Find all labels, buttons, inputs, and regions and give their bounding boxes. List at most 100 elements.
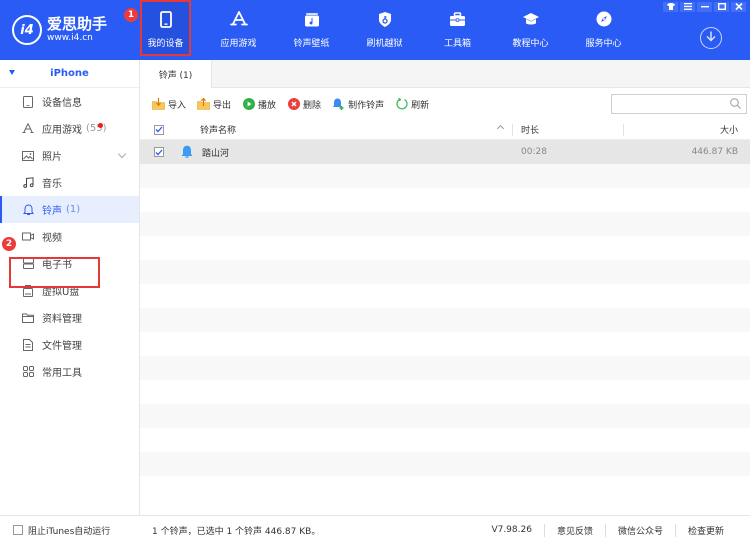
nav-apps[interactable]: 应用游戏 [213, 0, 264, 56]
sidebar-item-video[interactable]: 视频 [0, 223, 139, 250]
toolbox-icon [449, 10, 467, 28]
collapse-caret-icon[interactable] [9, 70, 15, 75]
row-checkbox[interactable] [154, 147, 164, 157]
ringtones-count: (1) [66, 204, 81, 215]
play-icon [242, 98, 255, 111]
main-panel: 铃声 (1) 导入 导出 播放 删除 制作铃声 刷新 铃声名称 时长 大小 踏山… [140, 60, 750, 515]
export-button[interactable]: 导出 [197, 98, 231, 111]
minimize-icon [700, 3, 709, 12]
music-folder-icon [303, 10, 321, 28]
sidebar-item-device-info[interactable]: 设备信息 [0, 88, 139, 115]
grid-icon [22, 366, 34, 378]
ringtone-list: 踏山河 00:28 446.87 KB [140, 140, 750, 500]
photo-icon [22, 150, 34, 162]
play-button[interactable]: 播放 [242, 98, 276, 111]
empty-row [140, 356, 750, 380]
make-ringtone-button[interactable]: 制作铃声 [332, 98, 384, 111]
logo-url: www.i4.cn [47, 33, 93, 43]
feedback-link[interactable]: 意见反馈 [543, 523, 605, 537]
search-icon[interactable] [730, 98, 741, 112]
close-button[interactable] [731, 2, 746, 12]
maximize-icon [717, 2, 726, 12]
shirt-icon [666, 2, 675, 12]
empty-row [140, 332, 750, 356]
ringtone-size: 446.87 KB [691, 147, 738, 157]
select-all-checkbox[interactable] [154, 124, 164, 135]
top-bar: i4 爱思助手 www.i4.cn 1 我的设备 应用游戏 铃声壁纸 刷机越狱 … [0, 0, 750, 60]
refresh-button[interactable]: 刷新 [395, 98, 429, 111]
maximize-button[interactable] [714, 2, 729, 12]
minimize-button[interactable] [697, 2, 712, 12]
import-icon [152, 98, 165, 111]
ebook-icon [22, 258, 34, 270]
device-name: iPhone [50, 68, 89, 79]
music-icon [22, 177, 34, 189]
sidebar-item-apps[interactable]: 应用游戏 (55) [0, 115, 139, 142]
sidebar-item-ebooks[interactable]: 电子书 [0, 250, 139, 277]
nav-tutorials[interactable]: 教程中心 [505, 0, 556, 56]
nav-ringtones-wallpapers[interactable]: 铃声壁纸 [286, 0, 337, 56]
search-box[interactable] [611, 94, 747, 114]
logo-mark-icon: i4 [12, 15, 42, 45]
download-icon [706, 31, 716, 45]
nav-service-center[interactable]: 服务中心 [578, 0, 629, 56]
table-header: 铃声名称 时长 大小 [140, 120, 750, 140]
app-icon [22, 123, 34, 135]
device-info-icon [22, 95, 34, 108]
skin-button[interactable] [663, 2, 678, 12]
column-divider[interactable] [512, 124, 513, 136]
empty-row [140, 284, 750, 308]
sidebar-item-data-management[interactable]: 资料管理 [0, 304, 139, 331]
menu-button[interactable] [680, 2, 695, 12]
chevron-down-icon[interactable] [117, 149, 127, 159]
sidebar-item-music[interactable]: 音乐 [0, 169, 139, 196]
tab-bar: 铃声 (1) [140, 60, 750, 88]
ringtone-name: 踏山河 [202, 148, 230, 159]
menu-icon [683, 2, 692, 12]
nav-toolbox[interactable]: 工具箱 [432, 0, 483, 56]
sidebar-item-file-management[interactable]: 文件管理 [0, 331, 139, 358]
empty-row [140, 452, 750, 476]
logo-title: 爱思助手 [47, 15, 108, 33]
window-controls [663, 2, 746, 12]
empty-row [140, 308, 750, 332]
column-size-header[interactable]: 大小 [625, 123, 750, 136]
empty-row [140, 236, 750, 260]
block-itunes-toggle[interactable]: 阻止iTunes自动运行 [0, 524, 152, 537]
bell-icon [22, 203, 34, 216]
sidebar-item-common-tools[interactable]: 常用工具 [0, 358, 139, 385]
block-itunes-checkbox[interactable] [13, 525, 23, 535]
column-divider[interactable] [623, 124, 624, 136]
sidebar-item-ringtones[interactable]: 铃声 (1) [0, 196, 139, 223]
toolbar: 导入 导出 播放 删除 制作铃声 刷新 [140, 88, 750, 120]
export-icon [197, 98, 210, 111]
shield-key-icon [376, 10, 394, 28]
column-duration-header[interactable]: 时长 [505, 123, 625, 136]
delete-button[interactable]: 删除 [287, 98, 321, 111]
empty-row [140, 164, 750, 188]
update-dot [98, 123, 103, 128]
sidebar-item-virtual-usb[interactable]: 虚拟U盘 [0, 277, 139, 304]
wechat-link[interactable]: 微信公众号 [604, 523, 675, 537]
column-name-header[interactable]: 铃声名称 [180, 123, 505, 136]
step-badge-2: 2 [2, 237, 16, 251]
nav-my-device[interactable]: 我的设备 [140, 0, 191, 56]
check-update-link[interactable]: 检查更新 [674, 523, 736, 537]
table-row[interactable]: 踏山河 00:28 446.87 KB [140, 140, 750, 164]
ringtone-duration: 00:28 [521, 147, 547, 157]
tab-ringtones[interactable]: 铃声 (1) [140, 60, 212, 88]
ringtone-bell-icon [180, 145, 194, 159]
sidebar: iPhone 设备信息 应用游戏 (55) 照片 音乐 铃声 (1) 视频 电子… [0, 60, 140, 515]
download-button[interactable] [700, 27, 722, 49]
status-bar: 阻止iTunes自动运行 1 个铃声，已选中 1 个铃声 446.87 KB。 … [0, 515, 750, 544]
device-header[interactable]: iPhone [0, 60, 139, 88]
import-button[interactable]: 导入 [152, 98, 186, 111]
folder-icon [22, 312, 34, 324]
nav-flash-jailbreak[interactable]: 刷机越狱 [359, 0, 410, 56]
sidebar-item-photos[interactable]: 照片 [0, 142, 139, 169]
search-input[interactable] [612, 95, 722, 113]
compass-icon [595, 10, 613, 28]
empty-row [140, 428, 750, 452]
delete-icon [287, 98, 300, 111]
apps-count: (55) [86, 123, 107, 134]
